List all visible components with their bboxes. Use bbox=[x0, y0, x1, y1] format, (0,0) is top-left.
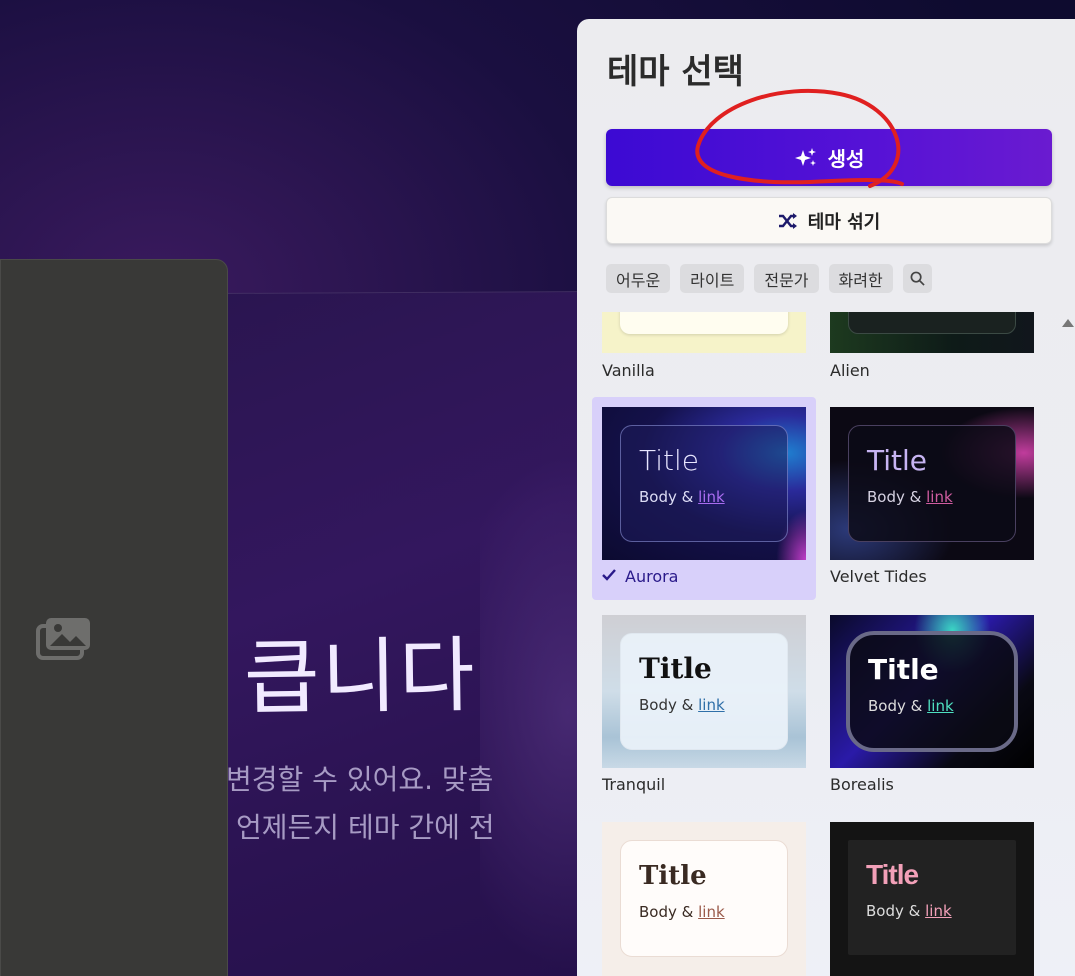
filter-chip-light[interactable]: 라이트 bbox=[680, 264, 745, 293]
theme-card-vanilla[interactable]: Vanilla bbox=[592, 312, 816, 382]
check-icon bbox=[602, 569, 616, 581]
preview-body: Body & bbox=[866, 902, 921, 920]
theme-thumbnail: Title Body & link bbox=[830, 822, 1034, 976]
theme-card-borealis[interactable]: Title Body & link Borealis bbox=[820, 605, 1044, 808]
theme-thumbnail: Title Body & link bbox=[830, 615, 1034, 768]
theme-filter-bar: 어두운 라이트 전문가 화려한 bbox=[606, 264, 932, 293]
theme-card-alien[interactable]: Alien bbox=[820, 312, 1044, 382]
theme-name: Borealis bbox=[830, 775, 894, 794]
preview-title: Title bbox=[866, 859, 919, 890]
preview-body: Body & bbox=[639, 903, 694, 921]
filter-chip-colorful[interactable]: 화려한 bbox=[828, 264, 893, 293]
theme-grid: Vanilla Alien Title Body & link Aurora T… bbox=[577, 312, 1059, 976]
theme-card-velvet-tides[interactable]: Title Body & link Velvet Tides bbox=[820, 397, 1044, 600]
slide-title[interactable]: 큽니다 bbox=[243, 608, 477, 730]
preview-link: link bbox=[698, 696, 725, 714]
theme-thumbnail: Title Body & link bbox=[602, 615, 806, 768]
preview-title: Title bbox=[639, 861, 707, 891]
scroll-up-arrow[interactable] bbox=[1061, 316, 1075, 330]
theme-thumbnail: Title Body & link bbox=[830, 407, 1034, 560]
sparkle-icon bbox=[794, 147, 816, 166]
theme-thumbnail: Title Body & link bbox=[602, 407, 806, 560]
preview-body: Body & bbox=[868, 697, 923, 715]
theme-name: Tranquil bbox=[602, 775, 666, 794]
preview-title: Title bbox=[639, 444, 700, 477]
theme-card-tranquil[interactable]: Title Body & link Tranquil bbox=[592, 605, 816, 808]
theme-thumbnail bbox=[602, 312, 806, 353]
theme-thumbnail bbox=[830, 312, 1034, 353]
theme-card[interactable]: Title Body & link bbox=[592, 812, 816, 976]
preview-link: link bbox=[698, 903, 725, 921]
filter-chip-professional[interactable]: 전문가 bbox=[754, 264, 819, 293]
theme-name: Aurora bbox=[625, 567, 679, 586]
shuffle-icon bbox=[778, 212, 797, 229]
image-placeholder-panel[interactable] bbox=[0, 259, 228, 976]
generate-label: 생성 bbox=[827, 147, 865, 171]
shuffle-themes-button[interactable]: 테마 섞기 bbox=[606, 197, 1052, 244]
image-gallery-icon bbox=[36, 618, 90, 660]
search-icon bbox=[910, 271, 925, 286]
slide-body-line[interactable]: 변경할 수 있어요. 맞춤 bbox=[226, 758, 493, 798]
preview-title: Title bbox=[867, 444, 928, 477]
theme-name: Velvet Tides bbox=[830, 567, 927, 586]
theme-name: Alien bbox=[830, 361, 870, 380]
theme-card[interactable]: Title Body & link bbox=[820, 812, 1044, 976]
generate-button[interactable]: 생성 bbox=[606, 129, 1052, 186]
theme-name: Vanilla bbox=[602, 361, 655, 380]
panel-title: 테마 선택 bbox=[607, 52, 744, 92]
filter-chip-dark[interactable]: 어두운 bbox=[606, 264, 671, 293]
preview-body: Body & bbox=[639, 488, 694, 506]
preview-link: link bbox=[926, 488, 953, 506]
preview-link: link bbox=[698, 488, 725, 506]
preview-title: Title bbox=[639, 652, 712, 685]
preview-body: Body & bbox=[867, 488, 922, 506]
preview-link: link bbox=[927, 697, 954, 715]
slide-body-line[interactable]: 언제든지 테마 간에 전 bbox=[236, 806, 495, 846]
theme-thumbnail: Title Body & link bbox=[602, 822, 806, 976]
preview-title: Title bbox=[868, 653, 939, 686]
shuffle-label: 테마 섞기 bbox=[807, 211, 881, 233]
theme-card-aurora[interactable]: Title Body & link Aurora bbox=[592, 397, 816, 600]
filter-search-button[interactable] bbox=[902, 264, 932, 293]
preview-link: link bbox=[925, 902, 952, 920]
preview-body: Body & bbox=[639, 696, 694, 714]
